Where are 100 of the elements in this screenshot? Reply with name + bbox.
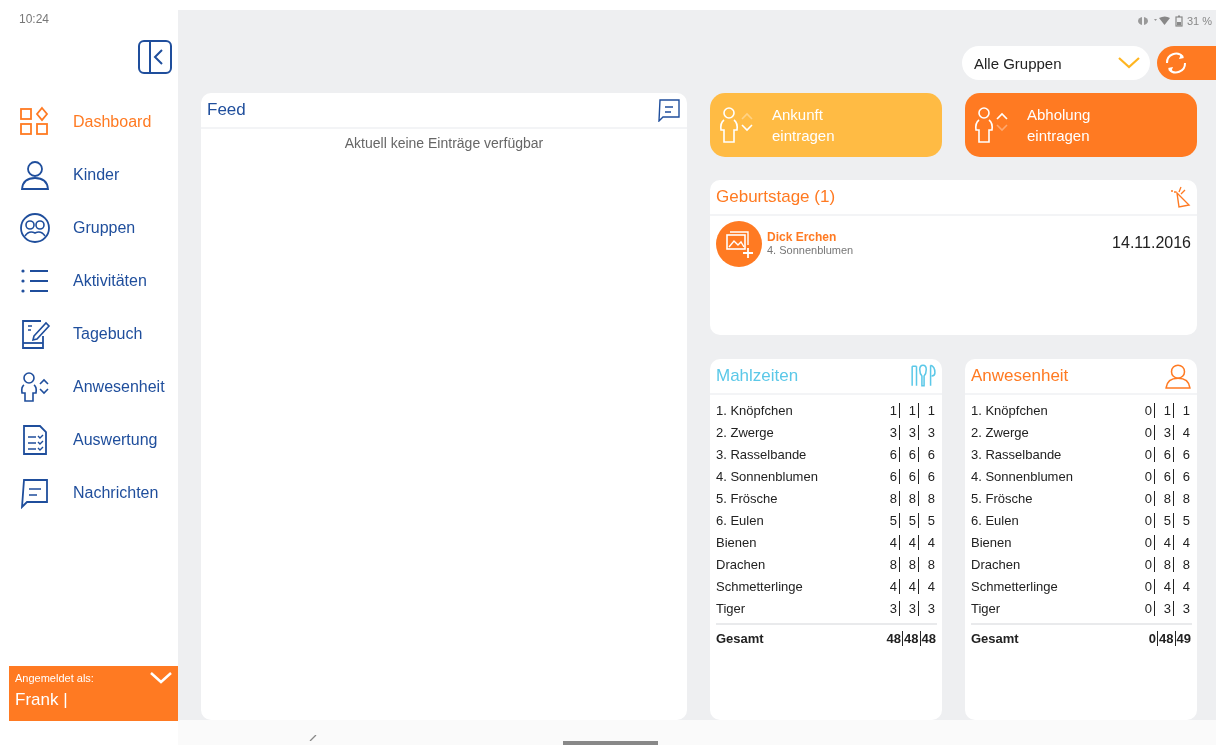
count-value: 0 <box>1136 402 1155 418</box>
count-value: 3 <box>926 424 936 440</box>
grid-icon <box>19 105 51 138</box>
card-title: Anwesenheit <box>971 366 1069 386</box>
group-label: 1. Knöpfchen <box>971 402 1048 418</box>
refresh-icon <box>1163 50 1189 76</box>
count-value: 6 <box>881 468 900 484</box>
home-handle[interactable] <box>563 741 658 745</box>
group-label: Drachen <box>971 556 1021 572</box>
vibrate-icon <box>1136 16 1149 26</box>
avatar-placeholder-icon <box>716 221 762 267</box>
count-value: 0 <box>1136 490 1155 506</box>
card-title: Geburtstage (1) <box>716 187 836 207</box>
count-value: 3 <box>1155 424 1174 440</box>
group-label: Schmetterlinge <box>716 578 803 594</box>
birth-date: 14.11.2016 <box>1112 234 1191 252</box>
group-label: 4. Sonnenblumen <box>971 468 1073 484</box>
count-value: 4 <box>1155 578 1174 594</box>
count-value: 0 <box>1136 512 1155 528</box>
count-value: 3 <box>900 424 919 440</box>
group-label: Drachen <box>716 556 766 572</box>
count-value: 49 <box>1175 630 1192 646</box>
count-value: 4 <box>1181 424 1191 440</box>
count-value: 4 <box>926 534 936 550</box>
group-label: Bienen <box>716 534 757 550</box>
sidebar-item[interactable]: Aktivitäten <box>0 254 178 307</box>
group-label: 3. Rasselbande <box>971 446 1062 462</box>
group-label: 5. Frösche <box>971 490 1033 506</box>
count-value: 0 <box>1136 446 1155 462</box>
count-value: 8 <box>881 556 900 572</box>
count-value: 6 <box>900 468 919 484</box>
user-name: Frank | <box>15 690 68 710</box>
group-label: Gesamt <box>971 630 1019 646</box>
group-label: 2. Zwerge <box>971 424 1029 440</box>
count-value: 0 <box>1136 578 1155 594</box>
count-value: 8 <box>1155 556 1174 572</box>
cutlery-icon <box>910 363 936 389</box>
sidebar-item[interactable]: Tagebuch <box>0 307 178 360</box>
count-value: 3 <box>1181 600 1191 616</box>
group-label: 3. Rasselbande <box>716 446 807 462</box>
count-value: 6 <box>1181 468 1191 484</box>
battery-percent: 31 % <box>1186 15 1212 27</box>
count-value: 1 <box>926 402 936 418</box>
count-value: 8 <box>1181 490 1191 506</box>
chevron-down-icon <box>150 672 172 684</box>
group-dropdown[interactable]: Alle Gruppen <box>962 46 1150 80</box>
collapse-sidebar-icon[interactable] <box>138 40 172 74</box>
back-icon[interactable] <box>309 735 317 741</box>
sidebar-item[interactable]: Gruppen <box>0 201 178 254</box>
count-value: 6 <box>900 446 919 462</box>
count-value: 4 <box>900 578 919 594</box>
sidebar-item[interactable]: Kinder <box>0 148 178 201</box>
count-value: 6 <box>926 468 936 484</box>
wifi-icon <box>1152 16 1171 26</box>
count-value: 3 <box>881 600 900 616</box>
count-value: 8 <box>1155 490 1174 506</box>
group-label: 5. Frösche <box>716 490 778 506</box>
sidebar-item[interactable]: Auswertung <box>0 413 178 466</box>
count-value: 0 <box>1136 600 1155 616</box>
notebook-pencil-icon <box>19 317 51 350</box>
count-value: 8 <box>881 490 900 506</box>
person-arrows-icon <box>19 370 51 403</box>
count-value: 1 <box>900 402 919 418</box>
count-value: 48 <box>885 630 904 646</box>
count-value: 5 <box>1181 512 1191 528</box>
card-title: Feed <box>207 100 246 120</box>
group-label: 6. Eulen <box>716 512 764 528</box>
refresh-button[interactable] <box>1157 46 1216 80</box>
count-value: 0 <box>1136 556 1155 572</box>
count-value: 48 <box>903 630 921 646</box>
count-value: 6 <box>1155 468 1174 484</box>
count-value: 3 <box>1155 600 1174 616</box>
count-value: 6 <box>926 446 936 462</box>
chevron-down-icon <box>1118 57 1140 69</box>
sidebar-item[interactable]: Anwesenheit <box>0 360 178 413</box>
count-value: 5 <box>900 512 919 528</box>
count-value: 8 <box>900 556 919 572</box>
message-icon[interactable] <box>657 98 681 122</box>
count-value: 4 <box>1155 534 1174 550</box>
count-value: 1 <box>881 402 900 418</box>
count-value: 4 <box>900 534 919 550</box>
empty-message: Aktuell keine Einträge verfügbar <box>344 135 544 151</box>
count-value: 4 <box>881 534 900 550</box>
group-label: Bienen <box>971 534 1012 550</box>
count-value: 8 <box>926 556 936 572</box>
group-label: Tiger <box>716 600 746 616</box>
group-label: 6. Eulen <box>971 512 1019 528</box>
card-title: Mahlzeiten <box>716 366 799 386</box>
sidebar-item[interactable]: Nachrichten <box>0 466 178 519</box>
count-value: 0 <box>1136 534 1155 550</box>
count-value: 8 <box>926 490 936 506</box>
person-icon <box>19 158 51 191</box>
count-value: 4 <box>1181 578 1191 594</box>
count-value: 6 <box>881 446 900 462</box>
count-value: 6 <box>1155 446 1174 462</box>
group-label: 2. Zwerge <box>716 424 774 440</box>
group-label: Gesamt <box>716 630 764 646</box>
count-value: 5 <box>1155 512 1174 528</box>
count-value: 3 <box>926 600 936 616</box>
count-value: 0 <box>1136 424 1155 440</box>
